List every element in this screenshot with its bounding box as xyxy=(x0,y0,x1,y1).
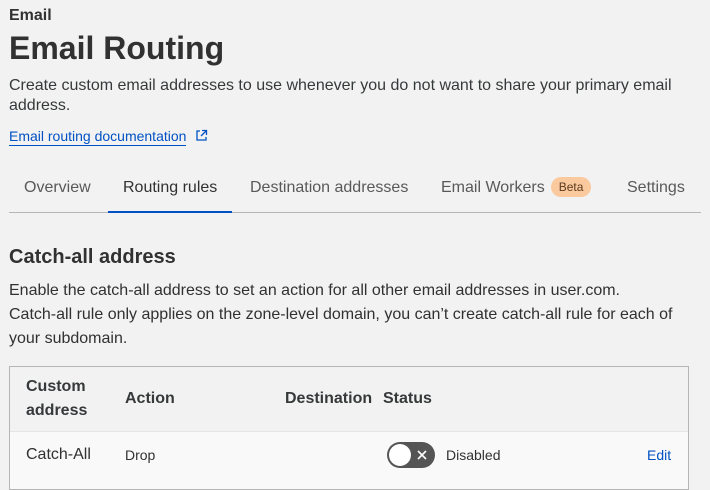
edit-link[interactable]: Edit xyxy=(647,432,671,478)
page-title: Email Routing xyxy=(9,30,225,66)
documentation-link[interactable]: Email routing documentation xyxy=(9,128,187,146)
toggle-knob xyxy=(389,444,411,466)
action-cell: Drop xyxy=(125,447,156,463)
tab-overview[interactable]: Overview xyxy=(24,166,91,213)
section-description: Enable the catch-all address to set an a… xyxy=(9,279,699,351)
section-description-line: Catch-all rule only applies on the zone-… xyxy=(9,306,673,347)
status-toggle[interactable] xyxy=(387,442,435,468)
tab-label: Settings xyxy=(627,179,685,196)
tab-label: Overview xyxy=(24,179,91,196)
page-description: Create custom email addresses to use whe… xyxy=(9,77,672,114)
beta-badge: Beta xyxy=(550,176,592,197)
breadcrumb: Email xyxy=(9,7,52,24)
tab-destination-addresses[interactable]: Destination addresses xyxy=(250,166,408,213)
column-header-status: Status xyxy=(383,390,432,407)
tab-label: Destination addresses xyxy=(250,179,409,196)
section-title: Catch-all address xyxy=(9,246,176,268)
tab-routing-rules[interactable]: Routing rules xyxy=(108,166,233,213)
column-header-action: Action xyxy=(125,390,175,407)
tab-label: Routing rules xyxy=(123,179,218,196)
catch-all-table: Custom address Action Destination Status… xyxy=(9,366,689,490)
tab-email-workers[interactable]: Email Workers Beta xyxy=(441,166,592,213)
column-header-custom-address: Custom address xyxy=(26,378,88,419)
close-icon xyxy=(417,450,427,460)
tab-bar: Overview Routing rules Destination addre… xyxy=(9,166,701,213)
tab-label: Email Workers xyxy=(441,179,545,196)
external-link-icon[interactable] xyxy=(195,129,208,142)
table-row: Catch-All Drop Disabled Edit xyxy=(10,431,688,489)
status-label: Disabled xyxy=(446,447,501,463)
custom-address-cell: Catch-All xyxy=(26,446,91,463)
section-description-line: Enable the catch-all address to set an a… xyxy=(9,282,620,299)
tab-settings[interactable]: Settings xyxy=(627,166,685,213)
column-header-destination: Destination xyxy=(285,390,373,407)
